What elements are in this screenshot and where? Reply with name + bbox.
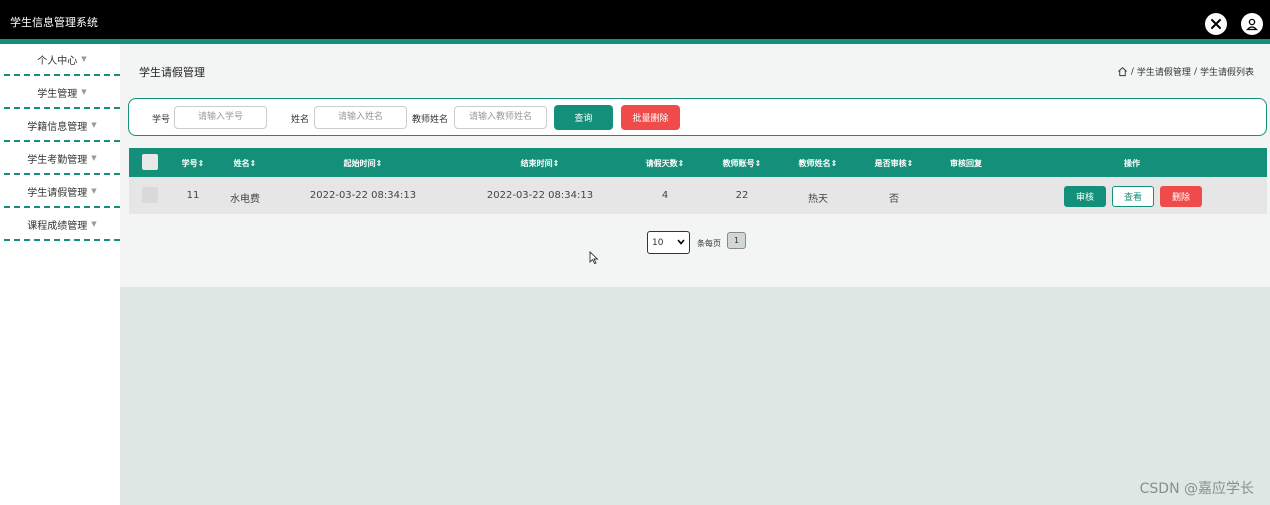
name-label: 姓名 — [291, 115, 310, 125]
sidebar-item-label: 学生考勤管理 — [27, 154, 88, 166]
cell-name: 水电费 — [230, 194, 260, 205]
column-header-student-id[interactable]: 学号⇕ — [182, 158, 205, 169]
chevron-down-icon — [677, 238, 685, 248]
sidebar-item-label: 学生管理 — [37, 88, 78, 100]
page-title: 学生请假管理 — [139, 66, 205, 79]
column-header-name[interactable]: 姓名⇕ — [234, 158, 257, 169]
caret-down-icon: ▼ — [81, 88, 87, 96]
breadcrumb: / 学生请假管理 / 学生请假列表 — [1117, 65, 1254, 78]
caret-down-icon: ▼ — [91, 220, 97, 228]
student-id-label: 学号 — [152, 115, 171, 125]
batch-delete-button[interactable]: 批量删除 — [621, 105, 680, 130]
sidebar-item-student-management[interactable]: 学生管理 ▼ — [4, 77, 120, 109]
column-header-start-time[interactable]: 起始时间⇕ — [344, 158, 383, 169]
breadcrumb-separator: / — [1130, 66, 1134, 77]
cell-teacher-account: 22 — [735, 190, 749, 201]
table-header — [129, 148, 1267, 177]
close-icon[interactable] — [1205, 13, 1227, 35]
cell-reviewed: 否 — [889, 194, 899, 205]
sidebar-item-personal-center[interactable]: 个人中心 ▼ — [4, 44, 120, 76]
sidebar-item-enrollment-info[interactable]: 学籍信息管理 ▼ — [4, 110, 120, 142]
per-page-label: 条每页 — [697, 239, 721, 248]
sidebar-item-attendance[interactable]: 学生考勤管理 ▼ — [4, 143, 120, 175]
caret-down-icon: ▼ — [81, 55, 87, 63]
query-button[interactable]: 查询 — [554, 105, 613, 130]
page-size-value: 10 — [652, 237, 664, 248]
top-bar: 学生信息管理系统 — [0, 0, 1270, 44]
column-header-review-reply: 审核回复 — [950, 159, 982, 168]
column-header-leave-days[interactable]: 请假天数⇕ — [646, 158, 685, 169]
caret-down-icon: ▼ — [91, 121, 97, 129]
sidebar-item-label: 课程成绩管理 — [27, 220, 88, 232]
view-button[interactable]: 查看 — [1112, 186, 1154, 207]
name-input[interactable]: 请输入姓名 — [314, 106, 407, 129]
page-number-button[interactable]: 1 — [727, 232, 746, 249]
review-button[interactable]: 审核 — [1064, 186, 1106, 207]
sidebar-item-label: 个人中心 — [37, 55, 78, 67]
watermark: CSDN @嘉应学长 — [1139, 481, 1254, 497]
teacher-name-label: 教师姓名 — [412, 115, 449, 125]
mouse-cursor-icon — [589, 250, 599, 269]
app-title: 学生信息管理系统 — [10, 16, 98, 29]
sidebar-item-course-grades[interactable]: 课程成绩管理 ▼ — [4, 209, 120, 241]
caret-down-icon: ▼ — [91, 154, 97, 162]
content-background — [120, 287, 1270, 505]
delete-button[interactable]: 删除 — [1160, 186, 1202, 207]
sidebar-item-leave-management[interactable]: 学生请假管理 ▼ — [4, 176, 120, 208]
cell-start-time: 2022-03-22 08:34:13 — [309, 190, 417, 201]
cell-student-id: 11 — [186, 190, 200, 201]
teacher-name-input[interactable]: 请输入教师姓名 — [454, 106, 547, 129]
caret-down-icon: ▼ — [91, 187, 97, 195]
cell-end-time: 2022-03-22 08:34:13 — [486, 190, 594, 201]
user-icon[interactable] — [1241, 13, 1263, 35]
column-header-reviewed[interactable]: 是否审核⇕ — [875, 158, 914, 169]
column-header-teacher-name[interactable]: 教师姓名⇕ — [799, 158, 838, 169]
sidebar-item-label: 学生请假管理 — [27, 187, 88, 199]
select-all-checkbox[interactable] — [142, 154, 158, 170]
page-size-select[interactable]: 10 — [647, 231, 690, 254]
cell-teacher-name: 热天 — [808, 194, 828, 205]
breadcrumb-item[interactable]: 学生请假管理 — [1137, 65, 1191, 78]
breadcrumb-separator: / — [1193, 66, 1197, 77]
column-header-teacher-account[interactable]: 教师账号⇕ — [723, 158, 762, 169]
breadcrumb-item: 学生请假列表 — [1199, 68, 1254, 78]
home-icon[interactable] — [1117, 66, 1128, 77]
row-checkbox[interactable] — [142, 187, 158, 203]
student-id-input[interactable]: 请输入学号 — [174, 106, 267, 129]
cell-leave-days: 4 — [661, 190, 669, 201]
column-header-end-time[interactable]: 结束时间⇕ — [521, 158, 560, 169]
column-header-actions: 操作 — [1124, 159, 1140, 168]
sidebar-item-label: 学籍信息管理 — [27, 121, 88, 133]
